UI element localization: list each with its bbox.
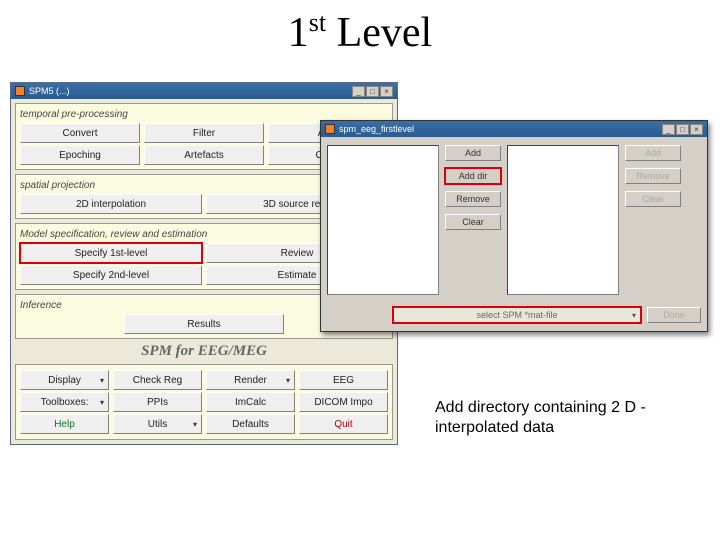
spm-footer-text: SPM for EEG/MEG <box>11 343 397 360</box>
dialog-titlebar[interactable]: spm_eeg_firstlevel _ □ × <box>321 121 707 137</box>
middle-button-column: Add Add dir Remove Clear <box>445 145 501 230</box>
slide-title: 1st Level <box>0 8 720 57</box>
close-icon[interactable]: × <box>690 124 703 135</box>
slide-annotation: Add directory containing 2 D -interpolat… <box>435 398 685 438</box>
specify-1st-level-button[interactable]: Specify 1st-level <box>20 243 202 263</box>
close-icon[interactable]: × <box>380 86 393 97</box>
bottom-grid: Display Check Reg Render EEG Toolboxes: … <box>15 364 393 440</box>
add-button[interactable]: Add <box>445 145 501 161</box>
spm5-titlebar[interactable]: SPM5 (...) _ □ × <box>11 83 397 99</box>
dialog-title-text: spm_eeg_firstlevel <box>339 124 414 134</box>
filter-button[interactable]: Filter <box>144 123 264 143</box>
maximize-icon[interactable]: □ <box>676 124 689 135</box>
app-icon <box>15 86 25 96</box>
utils-select[interactable]: Utils <box>113 414 202 434</box>
help-button[interactable]: Help <box>20 414 109 434</box>
specify-2nd-level-button[interactable]: Specify 2nd-level <box>20 265 202 285</box>
spm5-title-text: SPM5 (...) <box>29 86 70 96</box>
display-select[interactable]: Display <box>20 370 109 390</box>
remove-button[interactable]: Remove <box>445 191 501 207</box>
results-button[interactable]: Results <box>124 314 284 334</box>
right-button-column: Add Remove Clear <box>625 145 681 207</box>
epoching-button[interactable]: Epoching <box>20 145 140 165</box>
clear-button-right[interactable]: Clear <box>625 191 681 207</box>
clear-button[interactable]: Clear <box>445 214 501 230</box>
firstlevel-dialog: spm_eeg_firstlevel _ □ × Add Add dir Rem… <box>320 120 708 332</box>
add-button-right[interactable]: Add <box>625 145 681 161</box>
quit-button[interactable]: Quit <box>299 414 388 434</box>
remove-button-right[interactable]: Remove <box>625 168 681 184</box>
ppis-button[interactable]: PPIs <box>113 392 202 412</box>
left-listbox[interactable] <box>327 145 439 295</box>
artefacts-button[interactable]: Artefacts <box>144 145 264 165</box>
dialog-app-icon <box>325 124 335 134</box>
dialog-window-controls: _ □ × <box>662 124 703 135</box>
right-listbox[interactable] <box>507 145 619 295</box>
imcalc-button[interactable]: ImCalc <box>206 392 295 412</box>
done-button[interactable]: Done <box>647 307 701 323</box>
defaults-button[interactable]: Defaults <box>206 414 295 434</box>
convert-button[interactable]: Convert <box>20 123 140 143</box>
path-select[interactable]: select SPM *mat-file <box>393 307 641 323</box>
maximize-icon[interactable]: □ <box>366 86 379 97</box>
window-controls: _ □ × <box>352 86 393 97</box>
add-dir-button[interactable]: Add dir <box>445 168 501 184</box>
eeg-button[interactable]: EEG <box>299 370 388 390</box>
minimize-icon[interactable]: _ <box>352 86 365 97</box>
render-select[interactable]: Render <box>206 370 295 390</box>
checkreg-button[interactable]: Check Reg <box>113 370 202 390</box>
dicom-import-button[interactable]: DICOM Impo <box>299 392 388 412</box>
interpolation-button[interactable]: 2D interpolation <box>20 194 202 214</box>
temporal-label: temporal pre-processing <box>20 109 388 120</box>
toolboxes-select[interactable]: Toolboxes: <box>20 392 109 412</box>
minimize-icon[interactable]: _ <box>662 124 675 135</box>
